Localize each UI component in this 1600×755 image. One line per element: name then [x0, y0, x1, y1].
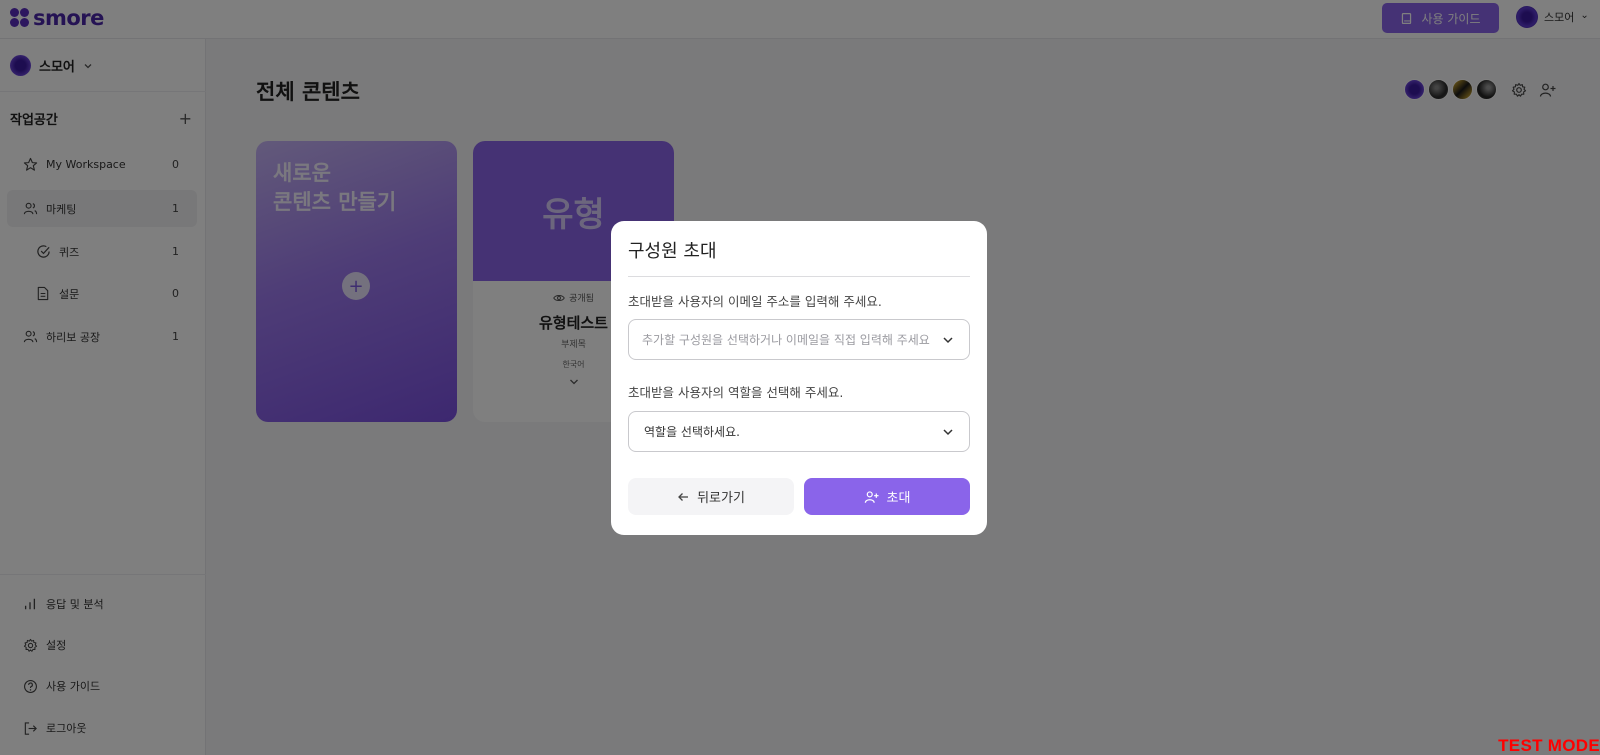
modal-title: 구성원 초대: [628, 241, 717, 262]
chevron-down-icon: [943, 429, 953, 436]
email-select-input[interactable]: 추가할 구성원을 선택하거나 이메일을 직접 입력해 주세요: [628, 319, 970, 360]
add-user-icon: [864, 490, 879, 503]
invite-button-label: 초대: [886, 491, 911, 506]
email-placeholder: 추가할 구성원을 선택하거나 이메일을 직접 입력해 주세요: [642, 333, 930, 347]
role-select[interactable]: 역할을 선택하세요.: [628, 411, 970, 452]
arrow-left-icon: [678, 492, 689, 501]
chevron-down-icon: [943, 337, 953, 344]
divider: [628, 276, 970, 277]
email-label: 초대받을 사용자의 이메일 주소를 입력해 주세요.: [628, 294, 882, 309]
back-button-label: 뒤로가기: [697, 491, 745, 506]
role-label: 초대받을 사용자의 역할을 선택해 주세요.: [628, 385, 844, 400]
invite-button[interactable]: 초대: [804, 478, 970, 515]
test-mode-watermark: TEST MODE: [1498, 736, 1600, 755]
role-select-value: 역할을 선택하세요.: [644, 425, 740, 439]
back-button[interactable]: 뒤로가기: [628, 478, 794, 515]
invite-member-modal: 구성원 초대 초대받을 사용자의 이메일 주소를 입력해 주세요. 추가할 구성…: [611, 221, 987, 535]
